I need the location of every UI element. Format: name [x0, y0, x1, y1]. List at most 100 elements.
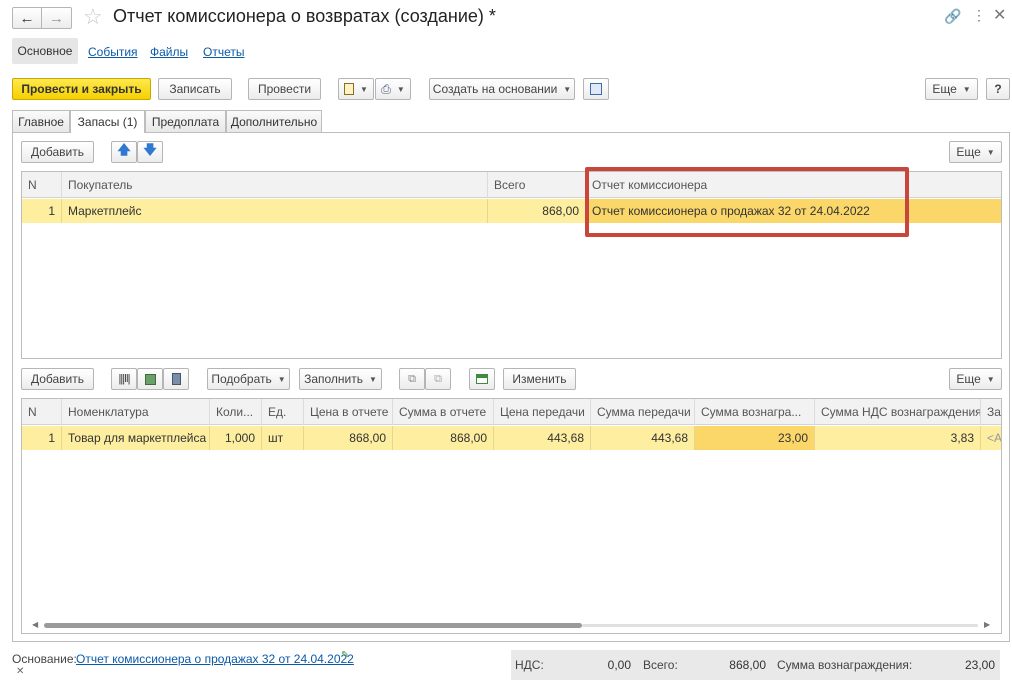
barcode-button[interactable]: |||‖|	[111, 368, 137, 390]
structure-button[interactable]	[583, 78, 609, 100]
print-dropdown[interactable]: ⎙ ▼	[375, 78, 411, 100]
pick-button[interactable]: Подобрать ▼	[207, 368, 290, 390]
document-icon	[344, 83, 355, 95]
fee-value: 23,00	[964, 658, 995, 672]
col-header-n-label: N	[28, 404, 37, 419]
bottom-add-button[interactable]: Добавить	[21, 368, 94, 390]
tab-general-label: Главное	[18, 114, 64, 129]
tab-additional-label: Дополнительно	[230, 114, 318, 129]
bottom-more-button[interactable]: Еще ▼	[949, 368, 1002, 390]
col-header-vat-fee-label: Сумма НДС вознаграждения	[821, 404, 981, 419]
col-header-n-label: N	[28, 177, 37, 192]
help-button[interactable]: ?	[986, 78, 1010, 100]
paste-rows-button[interactable]: ⧉	[425, 368, 451, 390]
scrollbar-thumb[interactable]	[44, 623, 582, 628]
nav-tab-reports[interactable]: Отчеты	[203, 45, 244, 59]
change-label: Изменить	[512, 372, 567, 386]
top-add-button[interactable]: Добавить	[21, 141, 94, 163]
row-sum-transfer: 443,68	[591, 426, 695, 450]
more-actions-icon[interactable]: ⋮	[972, 7, 986, 24]
scroll-right-icon[interactable]: ▶	[984, 620, 990, 629]
col-header-buyer-label: Покупатель	[68, 177, 133, 192]
back-button[interactable]: ←	[12, 7, 42, 29]
nav-tab-events[interactable]: События	[88, 45, 138, 59]
table-icon	[476, 374, 488, 384]
col-header-sum-fee[interactable]: Сумма вознагра...	[695, 399, 815, 425]
totals-panel: НДС: 0,00 Всего: 868,00 Сумма вознагражд…	[511, 650, 1000, 680]
row-n: 1	[22, 199, 62, 223]
arrow-left-icon: ←	[19, 9, 35, 27]
forward-button[interactable]: →	[42, 7, 72, 29]
arrow-down-icon: 🡇	[143, 142, 157, 157]
col-header-item-label: Номенклатура	[68, 404, 149, 419]
nav-tab-main[interactable]: Основное	[12, 38, 78, 64]
document-actions-dropdown[interactable]: ▼	[338, 78, 374, 100]
add-basis-icon[interactable]: ✎	[341, 650, 349, 661]
row-buyer: Маркетплейс	[62, 199, 488, 223]
col-header-vat-fee[interactable]: Сумма НДС вознаграждения	[815, 399, 981, 425]
horizontal-scrollbar[interactable]: ◀ ▶	[28, 620, 995, 630]
col-header-sum-report[interactable]: Сумма в отчете	[393, 399, 494, 425]
col-header-extra[interactable]: За	[981, 399, 1001, 425]
post-label: Провести	[257, 82, 312, 96]
tab-prepayment-label: Предоплата	[151, 114, 220, 129]
row-extra: <А	[987, 431, 1001, 445]
favorite-star-icon[interactable]: ☆	[83, 4, 103, 30]
create-based-on-label: Создать на основании	[432, 82, 558, 96]
highlight-callout	[585, 167, 909, 237]
col-header-sum-transfer-label: Сумма передачи	[597, 404, 691, 419]
clear-basis-icon[interactable]: ✕	[16, 666, 24, 677]
create-based-on-dropdown[interactable]: Создать на основании ▼	[429, 78, 575, 100]
col-header-qty-label: Коли...	[216, 404, 254, 419]
col-header-n[interactable]: N	[22, 172, 62, 198]
row-price-report: 868,00	[304, 426, 393, 450]
post-and-close-button[interactable]: Провести и закрыть	[12, 78, 151, 100]
col-header-total[interactable]: Всего	[488, 172, 586, 198]
save-label: Записать	[169, 82, 221, 96]
table-row[interactable]: 1 Товар для маркетплейса 1,000 шт 868,00…	[22, 426, 1001, 450]
col-header-item[interactable]: Номенклатура	[62, 399, 210, 425]
more-button[interactable]: Еще ▼	[925, 78, 978, 100]
col-header-qty[interactable]: Коли...	[210, 399, 262, 425]
top-add-label: Добавить	[30, 145, 85, 159]
tab-general[interactable]: Главное	[12, 110, 70, 132]
bottom-more-label: Еще	[956, 372, 981, 386]
data-collection-button[interactable]	[163, 368, 189, 390]
fee-label: Сумма вознаграждения:	[777, 658, 913, 672]
top-more-button[interactable]: Еще ▼	[949, 141, 1002, 163]
table-settings-button[interactable]	[469, 368, 495, 390]
col-header-price-report[interactable]: Цена в отчете	[304, 399, 393, 425]
chevron-down-icon: ▼	[369, 374, 377, 384]
fill-button[interactable]: Заполнить ▼	[299, 368, 382, 390]
link-icon[interactable]: 🔗	[944, 8, 961, 25]
col-header-extra-label: За	[987, 404, 1001, 419]
tab-prepayment[interactable]: Предоплата	[145, 110, 226, 132]
tab-stock[interactable]: Запасы (1)	[70, 110, 145, 133]
top-more-label: Еще	[956, 145, 981, 159]
col-header-total-label: Всего	[494, 177, 526, 192]
basis-label: Основание:	[12, 652, 77, 666]
col-header-unit[interactable]: Ед.	[262, 399, 304, 425]
row-vat-fee: 3,83	[815, 426, 981, 450]
col-header-sum-transfer[interactable]: Сумма передачи	[591, 399, 695, 425]
col-header-price-transfer[interactable]: Цена передачи	[494, 399, 591, 425]
post-button[interactable]: Провести	[248, 78, 321, 100]
close-icon[interactable]: ✕	[993, 5, 1006, 25]
col-header-buyer[interactable]: Покупатель	[62, 172, 488, 198]
nav-tab-files[interactable]: Файлы	[150, 45, 188, 59]
change-button[interactable]: Изменить	[503, 368, 576, 390]
row-sum-report: 868,00	[393, 426, 494, 450]
items-table[interactable]: N Номенклатура Коли... Ед. Цена в отчете…	[21, 398, 1002, 634]
tab-additional[interactable]: Дополнительно	[226, 110, 322, 132]
move-up-button[interactable]: 🡅	[111, 141, 137, 163]
scroll-left-icon[interactable]: ◀	[32, 620, 38, 629]
col-header-n[interactable]: N	[22, 399, 62, 425]
copy-rows-button[interactable]: ⧉	[399, 368, 425, 390]
chevron-down-icon: ▼	[277, 374, 286, 384]
total-label: Всего:	[643, 658, 678, 672]
scanner-button[interactable]	[137, 368, 163, 390]
row-item: Товар для маркетплейса	[62, 426, 210, 450]
move-down-button[interactable]: 🡇	[137, 141, 163, 163]
basis-link[interactable]: Отчет комиссионера о продажах 32 от 24.0…	[76, 652, 354, 666]
save-button[interactable]: Записать	[158, 78, 232, 100]
